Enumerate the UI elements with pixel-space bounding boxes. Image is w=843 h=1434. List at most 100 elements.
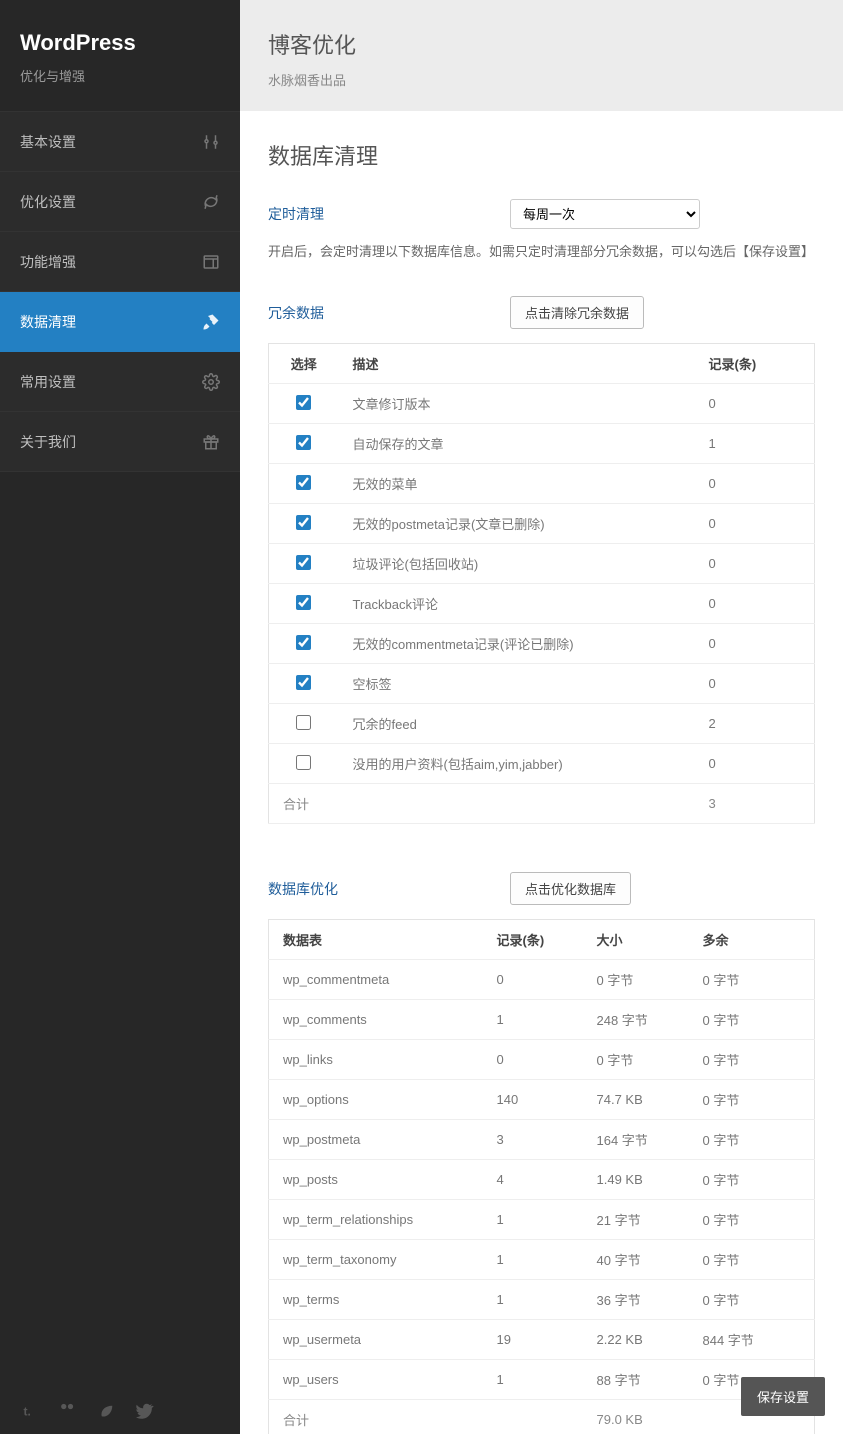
redundant-total: 3 xyxy=(695,784,815,824)
row-overhead: 0 字节 xyxy=(689,1280,815,1320)
table-row: wp_term_relationships121 字节0 字节 xyxy=(269,1200,815,1240)
page-title: 博客优化 xyxy=(268,28,815,60)
sidebar-item-1[interactable]: 优化设置 xyxy=(0,172,240,232)
row-overhead: 0 字节 xyxy=(689,1200,815,1240)
row-checkbox[interactable] xyxy=(296,515,311,530)
sidebar-item-5[interactable]: 关于我们 xyxy=(0,412,240,472)
gift-icon xyxy=(202,433,220,451)
save-settings-button[interactable]: 保存设置 xyxy=(741,1377,825,1416)
table-row: wp_posts41.49 KB0 字节 xyxy=(269,1160,815,1200)
sidebar-item-0[interactable]: 基本设置 xyxy=(0,112,240,172)
th-records2: 记录(条) xyxy=(483,920,583,960)
row-checkbox[interactable] xyxy=(296,555,311,570)
sidebar: WordPress 优化与增强 基本设置优化设置功能增强数据清理常用设置关于我们… xyxy=(0,0,240,1434)
table-row: Trackback评论0 xyxy=(269,584,815,624)
th-overhead: 多余 xyxy=(689,920,815,960)
sidebar-item-3[interactable]: 数据清理 xyxy=(0,292,240,352)
row-table: wp_postmeta xyxy=(269,1120,483,1160)
row-desc: 空标签 xyxy=(339,664,695,704)
nav: 基本设置优化设置功能增强数据清理常用设置关于我们 xyxy=(0,111,240,472)
gear-icon xyxy=(202,373,220,391)
table-row: 无效的postmeta记录(文章已删除)0 xyxy=(269,504,815,544)
schedule-select[interactable]: 每周一次 xyxy=(510,199,700,229)
row-overhead: 0 字节 xyxy=(689,960,815,1000)
social-links: t. xyxy=(0,1384,240,1434)
row-table: wp_commentmeta xyxy=(269,960,483,1000)
tumblr-icon[interactable]: t. xyxy=(22,1402,40,1416)
table-row: wp_commentmeta00 字节0 字节 xyxy=(269,960,815,1000)
main-content: 博客优化 水脉烟香出品 数据库清理 定时清理 每周一次 开启后，会定时清理以下数… xyxy=(240,0,843,1434)
row-desc: 无效的菜单 xyxy=(339,464,695,504)
row-table: wp_users xyxy=(269,1360,483,1400)
table-row: wp_comments1248 字节0 字节 xyxy=(269,1000,815,1040)
sidebar-item-label: 数据清理 xyxy=(20,312,76,332)
table-row: 冗余的feed2 xyxy=(269,704,815,744)
row-checkbox[interactable] xyxy=(296,635,311,650)
row-desc: 无效的postmeta记录(文章已删除) xyxy=(339,504,695,544)
redundant-table: 选择 描述 记录(条) 文章修订版本0自动保存的文章1无效的菜单0无效的post… xyxy=(268,343,815,824)
row-size: 88 字节 xyxy=(583,1360,689,1400)
row-overhead: 0 字节 xyxy=(689,1160,815,1200)
twitter-icon[interactable] xyxy=(136,1402,154,1416)
row-count: 0 xyxy=(695,464,815,504)
clear-redundant-button[interactable]: 点击清除冗余数据 xyxy=(510,296,644,329)
row-desc: 无效的commentmeta记录(评论已删除) xyxy=(339,624,695,664)
sidebar-item-label: 基本设置 xyxy=(20,132,76,152)
optimize-total-size: 79.0 KB xyxy=(583,1400,689,1434)
row-table: wp_links xyxy=(269,1040,483,1080)
row-records: 19 xyxy=(483,1320,583,1360)
sidebar-item-2[interactable]: 功能增强 xyxy=(0,232,240,292)
table-row: 空标签0 xyxy=(269,664,815,704)
row-size: 36 字节 xyxy=(583,1280,689,1320)
table-row: 没用的用户资料(包括aim,yim,jabber)0 xyxy=(269,744,815,784)
row-count: 0 xyxy=(695,744,815,784)
row-records: 140 xyxy=(483,1080,583,1120)
table-row: 无效的菜单0 xyxy=(269,464,815,504)
row-overhead: 0 字节 xyxy=(689,1000,815,1040)
row-count: 0 xyxy=(695,624,815,664)
table-row: 垃圾评论(包括回收站)0 xyxy=(269,544,815,584)
row-size: 2.22 KB xyxy=(583,1320,689,1360)
sidebar-item-4[interactable]: 常用设置 xyxy=(0,352,240,412)
optimize-label: 数据库优化 xyxy=(268,879,510,899)
row-size: 1.49 KB xyxy=(583,1160,689,1200)
row-size: 0 字节 xyxy=(583,960,689,1000)
row-records: 1 xyxy=(483,1000,583,1040)
row-overhead: 0 字节 xyxy=(689,1080,815,1120)
row-desc: 自动保存的文章 xyxy=(339,424,695,464)
table-row: wp_usermeta192.22 KB844 字节 xyxy=(269,1320,815,1360)
row-checkbox[interactable] xyxy=(296,595,311,610)
row-records: 1 xyxy=(483,1240,583,1280)
row-checkbox[interactable] xyxy=(296,755,311,770)
row-checkbox[interactable] xyxy=(296,435,311,450)
row-desc: 垃圾评论(包括回收站) xyxy=(339,544,695,584)
page-credit: 水脉烟香出品 xyxy=(268,70,815,89)
row-table: wp_term_taxonomy xyxy=(269,1240,483,1280)
optimize-total-label: 合计 xyxy=(269,1400,483,1434)
brush-icon xyxy=(202,313,220,331)
leaf-icon[interactable] xyxy=(98,1402,116,1416)
row-table: wp_terms xyxy=(269,1280,483,1320)
row-count: 0 xyxy=(695,544,815,584)
flickr-icon[interactable] xyxy=(60,1402,78,1416)
row-overhead: 844 字节 xyxy=(689,1320,815,1360)
row-checkbox[interactable] xyxy=(296,395,311,410)
row-checkbox[interactable] xyxy=(296,675,311,690)
brand-title: WordPress xyxy=(20,30,220,56)
svg-text:t.: t. xyxy=(24,1405,31,1419)
row-checkbox[interactable] xyxy=(296,475,311,490)
table-row: wp_postmeta3164 字节0 字节 xyxy=(269,1120,815,1160)
th-select: 选择 xyxy=(269,344,339,384)
row-size: 40 字节 xyxy=(583,1240,689,1280)
th-table: 数据表 xyxy=(269,920,483,960)
sidebar-item-label: 关于我们 xyxy=(20,432,76,452)
row-overhead: 0 字节 xyxy=(689,1120,815,1160)
th-desc: 描述 xyxy=(339,344,695,384)
row-desc: 文章修订版本 xyxy=(339,384,695,424)
row-checkbox[interactable] xyxy=(296,715,311,730)
sidebar-item-label: 功能增强 xyxy=(20,252,76,272)
optimize-row: 数据库优化 点击优化数据库 xyxy=(268,872,815,905)
row-records: 1 xyxy=(483,1200,583,1240)
optimize-db-button[interactable]: 点击优化数据库 xyxy=(510,872,631,905)
row-table: wp_comments xyxy=(269,1000,483,1040)
